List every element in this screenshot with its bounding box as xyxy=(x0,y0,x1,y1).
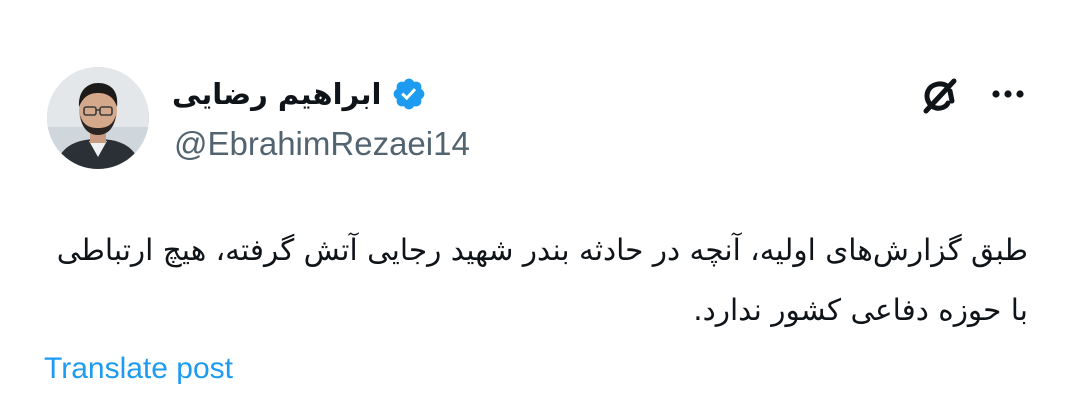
translate-post-link[interactable]: Translate post xyxy=(44,348,233,390)
verified-badge-icon[interactable] xyxy=(391,76,427,112)
author-name-row[interactable]: ابراهیم رضایی xyxy=(172,70,427,118)
grok-icon[interactable] xyxy=(916,73,962,119)
tweet-text: طبق گزارش‌های اولیه، آنچه در حادثه بندر … xyxy=(56,233,1028,327)
author-display-name[interactable]: ابراهیم رضایی xyxy=(172,70,381,118)
more-options-icon[interactable] xyxy=(986,76,1030,112)
author-handle[interactable]: @EbrahimRezaei14 xyxy=(174,122,470,166)
profile-photo-icon xyxy=(47,67,149,169)
author-avatar[interactable] xyxy=(47,67,149,169)
